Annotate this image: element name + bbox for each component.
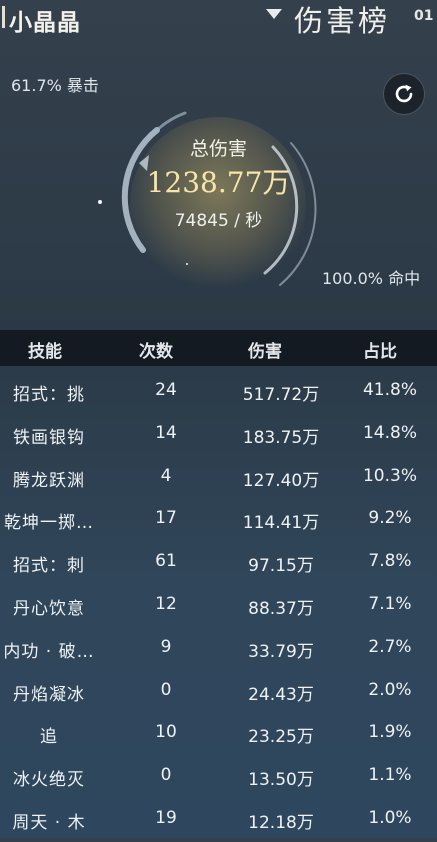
sparkle bbox=[186, 263, 188, 265]
damage-value: 12.18万 bbox=[248, 813, 314, 833]
total-damage-label: 总伤害 bbox=[189, 138, 247, 160]
skill-name: 冰火绝灭 bbox=[13, 770, 85, 791]
damage-ring bbox=[121, 111, 317, 286]
player-marker bbox=[2, 6, 5, 28]
skill-name: 招式：挑 bbox=[13, 385, 85, 405]
damage-percent: 7.1% bbox=[368, 594, 412, 614]
skill-name: 周天 · 木 bbox=[12, 813, 86, 833]
damage-value: 127.40万 bbox=[242, 470, 320, 491]
column-header-count[interactable]: 次数 bbox=[121, 337, 191, 362]
hit-count: 4 bbox=[160, 465, 172, 486]
damage-value: 33.79万 bbox=[248, 641, 314, 662]
hit-rate: 100.0% 命中 bbox=[322, 269, 421, 288]
table-row[interactable]: 内功 · 破… 9 33.79万 2.7% bbox=[0, 629, 437, 671]
table-row[interactable]: 招式：刺 61 97.15万 7.8% bbox=[0, 543, 437, 585]
damage-percent: 2.0% bbox=[368, 679, 412, 700]
damage-percent: 1.0% bbox=[368, 808, 412, 828]
hit-count: 14 bbox=[155, 422, 177, 443]
table-row[interactable]: 追 10 23.25万 1.9% bbox=[0, 714, 437, 756]
triangle-down-icon[interactable] bbox=[266, 9, 282, 19]
hit-count: 12 bbox=[155, 594, 177, 614]
total-damage-value: 1238.77万 bbox=[146, 166, 291, 199]
damage-percent: 7.8% bbox=[368, 551, 412, 572]
damage-value: 183.75万 bbox=[242, 427, 320, 448]
skill-name: 铁画银钩 bbox=[13, 427, 85, 448]
column-header-skill[interactable]: 技能 bbox=[0, 337, 90, 362]
damage-percent: 10.3% bbox=[362, 465, 417, 486]
hit-count: 19 bbox=[155, 808, 177, 828]
damage-percent: 41.8% bbox=[362, 380, 417, 400]
hit-count: 24 bbox=[155, 380, 177, 400]
hit-count: 61 bbox=[155, 551, 177, 572]
damage-value: 88.37万 bbox=[248, 599, 314, 619]
skill-name: 内功 · 破… bbox=[3, 641, 95, 662]
column-header-damage[interactable]: 伤害 bbox=[210, 337, 320, 362]
skill-name: 招式：刺 bbox=[13, 556, 85, 577]
hit-count: 0 bbox=[160, 765, 172, 786]
skill-name: 腾龙跃渊 bbox=[13, 470, 85, 491]
header-bar: 小晶晶 伤害榜 01 bbox=[0, 0, 437, 38]
damage-per-second: 74845 / 秒 bbox=[174, 211, 263, 231]
skill-name: 丹焰凝冰 bbox=[13, 684, 85, 705]
board-title-dropdown[interactable]: 伤害榜 bbox=[294, 0, 390, 40]
board-index: 01 bbox=[414, 8, 434, 24]
damage-value: 13.50万 bbox=[248, 770, 314, 791]
crit-rate: 61.7% 暴击 bbox=[11, 76, 99, 95]
skill-name: 乾坤一掷… bbox=[4, 513, 94, 534]
damage-value: 24.43万 bbox=[248, 684, 314, 705]
damage-percent: 14.8% bbox=[362, 422, 417, 443]
player-name[interactable]: 小晶晶 bbox=[9, 3, 81, 37]
damage-value: 23.25万 bbox=[248, 727, 314, 748]
damage-value: 114.41万 bbox=[242, 513, 320, 534]
damage-percent: 2.7% bbox=[368, 636, 412, 657]
damage-value: 517.72万 bbox=[242, 385, 320, 405]
table-row[interactable]: 周天 · 木 19 12.18万 1.0% bbox=[0, 800, 437, 842]
skill-name: 追 bbox=[40, 727, 58, 748]
hit-count: 0 bbox=[160, 679, 172, 700]
damage-percent: 1.1% bbox=[368, 765, 412, 786]
skill-name: 丹心饮意 bbox=[13, 599, 85, 619]
hit-count: 9 bbox=[160, 636, 172, 657]
table-row[interactable]: 铁画银钩 14 183.75万 14.8% bbox=[0, 415, 437, 457]
hit-count: 10 bbox=[155, 722, 177, 743]
table-row[interactable]: 腾龙跃渊 4 127.40万 10.3% bbox=[0, 458, 437, 500]
table-row[interactable]: 招式：挑 24 517.72万 41.8% bbox=[0, 372, 437, 414]
table-row[interactable]: 冰火绝灭 0 13.50万 1.1% bbox=[0, 757, 437, 799]
damage-percent: 1.9% bbox=[368, 722, 412, 743]
damage-value: 97.15万 bbox=[248, 556, 314, 577]
refresh-icon bbox=[395, 84, 413, 103]
refresh-button[interactable] bbox=[383, 73, 425, 115]
table-header: 技能 次数 伤害 占比 bbox=[0, 330, 437, 366]
hit-count: 17 bbox=[155, 508, 177, 529]
table-row[interactable]: 丹心饮意 12 88.37万 7.1% bbox=[0, 586, 437, 628]
damage-percent: 9.2% bbox=[368, 508, 412, 529]
column-header-percent[interactable]: 占比 bbox=[330, 337, 430, 362]
table-row[interactable]: 丹焰凝冰 0 24.43万 2.0% bbox=[0, 672, 437, 714]
table-row[interactable]: 乾坤一掷… 17 114.41万 9.2% bbox=[0, 500, 437, 542]
